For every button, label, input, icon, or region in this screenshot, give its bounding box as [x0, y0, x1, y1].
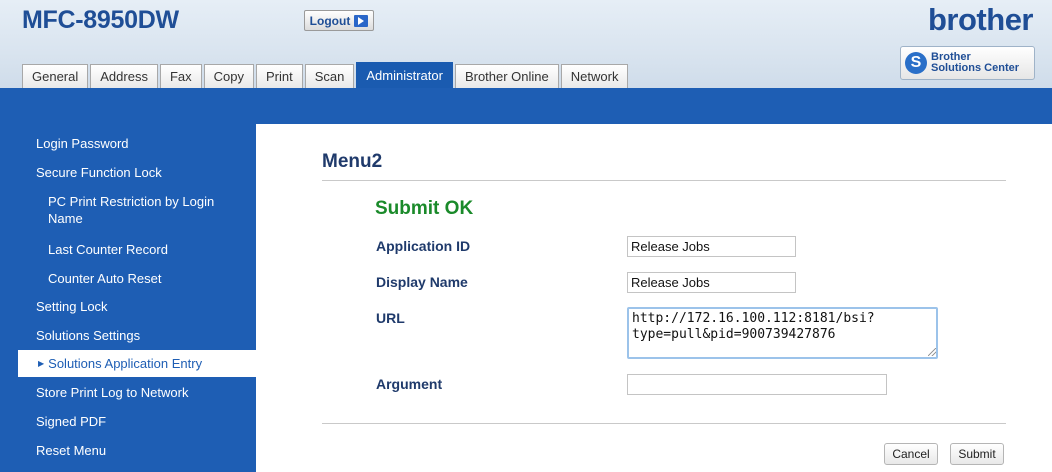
- url-field[interactable]: http://172.16.100.112:8181/bsi?type=pull…: [627, 307, 938, 359]
- logout-arrow-icon: [354, 14, 369, 27]
- sidebar-item-label: Solutions Application Entry: [48, 356, 203, 371]
- tab-address[interactable]: Address: [90, 64, 158, 88]
- sidebar-item-secure-function-lock[interactable]: Secure Function Lock: [36, 165, 162, 180]
- tab-general[interactable]: General: [22, 64, 89, 88]
- submit-button[interactable]: Submit: [950, 443, 1004, 465]
- nav-band: [0, 88, 1052, 124]
- display-name-label: Display Name: [376, 274, 468, 290]
- argument-field[interactable]: [627, 374, 887, 395]
- solutions-swoosh-icon: S: [905, 52, 927, 74]
- cancel-button[interactable]: Cancel: [884, 443, 938, 465]
- sidebar-item-setting-lock[interactable]: Setting Lock: [36, 299, 108, 314]
- solutions-center-label: Brother Solutions Center: [931, 51, 1020, 74]
- tab-brother-online[interactable]: Brother Online: [454, 64, 559, 88]
- tab-scan[interactable]: Scan: [304, 64, 355, 88]
- argument-label: Argument: [376, 376, 443, 392]
- caret-right-icon: ▶: [38, 359, 45, 368]
- brother-logo: brother: [928, 2, 1034, 37]
- application-id-label: Application ID: [376, 238, 471, 254]
- url-label: URL: [376, 310, 405, 326]
- sidebar-item-pc-print-restriction[interactable]: PC Print Restriction by Login Name: [48, 193, 238, 227]
- sidebar-item-store-print-log[interactable]: Store Print Log to Network: [36, 385, 188, 400]
- display-name-field[interactable]: [627, 272, 796, 293]
- tab-administrator[interactable]: Administrator: [356, 62, 453, 88]
- tab-network[interactable]: Network: [560, 64, 629, 88]
- tab-copy[interactable]: Copy: [203, 64, 254, 88]
- sidebar-item-reset-menu[interactable]: Reset Menu: [36, 443, 106, 458]
- sidebar-item-signed-pdf[interactable]: Signed PDF: [36, 414, 106, 429]
- status-message: Submit OK: [375, 198, 474, 219]
- content-panel: [262, 124, 1052, 472]
- tab-fax[interactable]: Fax: [159, 64, 202, 88]
- sidebar-item-last-counter-record[interactable]: Last Counter Record: [48, 241, 238, 258]
- sidebar-item-login-password[interactable]: Login Password: [36, 136, 129, 151]
- resize-grip-icon[interactable]: [928, 348, 936, 356]
- title-divider: [322, 180, 1006, 181]
- logout-button[interactable]: Logout: [304, 10, 374, 31]
- application-id-field[interactable]: [627, 236, 796, 257]
- printer-model-title: MFC-8950DW: [22, 6, 179, 34]
- logout-label: Logout: [309, 13, 351, 28]
- tab-print[interactable]: Print: [255, 64, 303, 88]
- header: MFC-8950DW Logout brother S Brother Solu…: [0, 0, 1052, 88]
- solutions-center-button[interactable]: S Brother Solutions Center: [900, 46, 1035, 80]
- main-tabs: General Address Fax Copy Print Scan Admi…: [22, 62, 630, 88]
- sidebar-item-counter-auto-reset[interactable]: Counter Auto Reset: [48, 270, 238, 287]
- bottom-divider: [322, 423, 1006, 424]
- sidebar-item-solutions-settings[interactable]: Solutions Settings: [36, 328, 140, 343]
- page-title: Menu2: [322, 151, 383, 172]
- sidebar-item-solutions-application-entry[interactable]: ▶ Solutions Application Entry: [18, 350, 256, 377]
